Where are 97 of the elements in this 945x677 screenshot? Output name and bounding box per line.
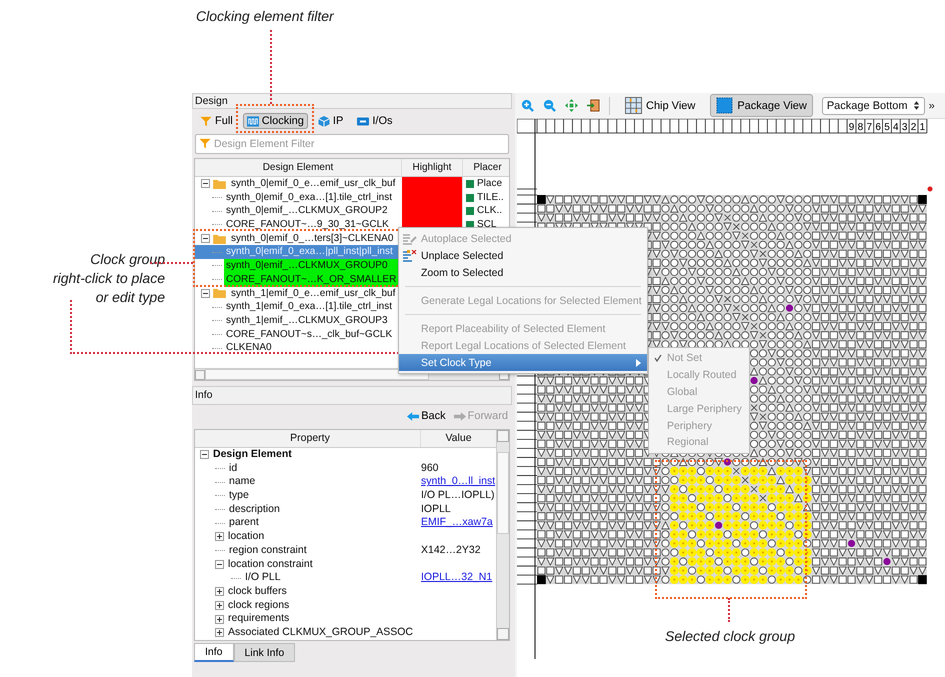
ruler-label: 1 bbox=[920, 122, 926, 133]
menu-item[interactable]: Unplace Selected bbox=[399, 247, 647, 264]
right-arrow-icon bbox=[454, 410, 466, 422]
status-square-icon bbox=[466, 194, 474, 202]
panel-tab[interactable]: Info bbox=[194, 643, 234, 662]
port-icon bbox=[357, 116, 370, 126]
property-name: location constraint bbox=[228, 558, 313, 572]
floorplan-icon bbox=[625, 97, 642, 114]
left-arrow-icon bbox=[407, 410, 420, 422]
property-value: X142…2Y32 bbox=[421, 544, 481, 556]
property-name: name bbox=[229, 475, 256, 490]
zoom-out-icon[interactable] bbox=[543, 99, 556, 112]
tree-item[interactable]: synth_0|emif_0_exa…[1].tile_ctrl_inst bbox=[224, 190, 402, 204]
view-button[interactable]: Package View bbox=[710, 94, 813, 117]
ruler-label: 8 bbox=[858, 122, 864, 133]
placer-text: CLK.. bbox=[477, 204, 502, 218]
callout-text: Clocking element filter bbox=[196, 8, 334, 24]
tree-item[interactable]: synth_0|emif_0_…ters[3]~CLKENA0 bbox=[229, 232, 402, 246]
column-header[interactable]: Highlight bbox=[402, 159, 463, 176]
filter-tab[interactable]: Full bbox=[196, 113, 237, 129]
funnel-icon bbox=[199, 138, 211, 149]
tree-item[interactable]: synth_1|emif_0_e…emif_usr_clk_buf bbox=[229, 286, 402, 300]
property-name: type bbox=[229, 489, 249, 503]
chip-package-icon bbox=[716, 97, 734, 114]
expand-icon[interactable] bbox=[215, 532, 224, 542]
column-header[interactable]: Placer bbox=[463, 159, 509, 176]
callout-text: Selected clock group bbox=[664, 628, 796, 644]
ruler-label: 5 bbox=[884, 122, 890, 133]
property-value: IOPLL bbox=[421, 502, 451, 515]
collapse-icon[interactable] bbox=[201, 179, 210, 188]
panel-title: Design bbox=[192, 93, 512, 109]
property-value: I/O PL…IOPLL) bbox=[421, 489, 495, 502]
ruler-label: 6 bbox=[875, 122, 881, 133]
property-name: description bbox=[229, 502, 280, 516]
ruler-label: 9 bbox=[848, 122, 854, 133]
ruler-label: 3 bbox=[902, 122, 908, 133]
folder-icon bbox=[213, 288, 226, 298]
spinner-icon bbox=[912, 100, 920, 111]
cube-icon bbox=[318, 116, 330, 126]
expand-icon[interactable] bbox=[215, 560, 224, 569]
export-icon[interactable] bbox=[587, 99, 600, 112]
marker-dot-icon bbox=[928, 186, 932, 192]
overflow-button[interactable]: » bbox=[928, 100, 935, 112]
property-name: clock regions bbox=[228, 598, 290, 612]
ruler-label: 4 bbox=[893, 122, 899, 133]
filter-tab[interactable]: Clocking bbox=[242, 113, 308, 129]
vertical-scrollbar[interactable] bbox=[496, 430, 509, 640]
value-link[interactable]: IOPLL…32_N1 bbox=[421, 571, 492, 584]
collapse-icon[interactable] bbox=[200, 450, 209, 460]
property-name: region constraint bbox=[229, 544, 307, 558]
value-link[interactable]: EMIF_…xaw7a bbox=[421, 516, 493, 528]
expand-icon[interactable] bbox=[215, 628, 224, 638]
placer-text: SCL bbox=[477, 218, 496, 232]
filter-tab[interactable]: IP bbox=[314, 113, 348, 129]
expand-icon[interactable] bbox=[215, 587, 224, 596]
list-edit-icon bbox=[403, 232, 417, 244]
back-button[interactable]: Back bbox=[407, 408, 446, 424]
column-header[interactable]: Design Element bbox=[195, 159, 402, 176]
property-name: parent bbox=[229, 516, 259, 530]
filter-field[interactable]: Design Element Filter bbox=[195, 134, 509, 154]
ruler-label: 2 bbox=[910, 122, 916, 133]
expand-icon[interactable] bbox=[215, 614, 224, 624]
list-remove-icon bbox=[403, 250, 417, 262]
fit-arrows-icon[interactable] bbox=[565, 99, 578, 112]
property-value: 960 bbox=[421, 462, 439, 474]
menu-item[interactable]: Set Clock Type bbox=[399, 354, 647, 371]
status-square-icon bbox=[466, 207, 474, 216]
expand-icon[interactable] bbox=[215, 600, 224, 610]
panel-tab[interactable]: Link Info bbox=[234, 643, 296, 662]
tree-item[interactable]: CORE_FANOUT~…9_30_31~GCLK bbox=[224, 218, 402, 232]
collapse-icon[interactable] bbox=[201, 234, 210, 244]
ruler-label: 7 bbox=[866, 122, 872, 133]
placer-text: Place bbox=[477, 177, 502, 191]
submenu-arrow-icon bbox=[636, 358, 641, 366]
view-button[interactable]: Chip View bbox=[619, 94, 702, 117]
view-dropdown[interactable]: Package Bottom bbox=[822, 96, 925, 114]
property-name: id bbox=[229, 462, 238, 476]
panel-title: Info bbox=[192, 386, 512, 405]
menu-item[interactable]: Zoom to Selected bbox=[399, 264, 647, 281]
property-name: location bbox=[228, 530, 264, 544]
filter-tab[interactable]: I/Os bbox=[353, 113, 396, 129]
placer-text: TILE.. bbox=[477, 190, 504, 204]
value-link[interactable]: synth_0…ll_inst bbox=[421, 475, 496, 488]
property-name: I/O PLL bbox=[245, 571, 281, 585]
collapse-icon[interactable] bbox=[201, 288, 210, 298]
property-name: clock buffers bbox=[228, 584, 287, 599]
tree-item[interactable]: synth_0|emif_0_e…emif_usr_clk_buf bbox=[229, 177, 402, 191]
tree-item[interactable]: synth_0|emif_…CLKMUX_GROUP2 bbox=[224, 204, 402, 218]
property-group: Design Element bbox=[213, 448, 292, 462]
property-name: Associated CLKMUX_GROUP_ASSOC bbox=[228, 626, 413, 640]
column-header[interactable]: Value bbox=[421, 430, 496, 447]
zoom-in-icon[interactable] bbox=[521, 99, 534, 112]
funnel-icon bbox=[200, 116, 212, 126]
property-name: requirements bbox=[228, 612, 290, 626]
column-header[interactable]: Property bbox=[195, 430, 421, 447]
status-square-icon bbox=[466, 180, 474, 188]
waveform-icon bbox=[246, 116, 259, 126]
